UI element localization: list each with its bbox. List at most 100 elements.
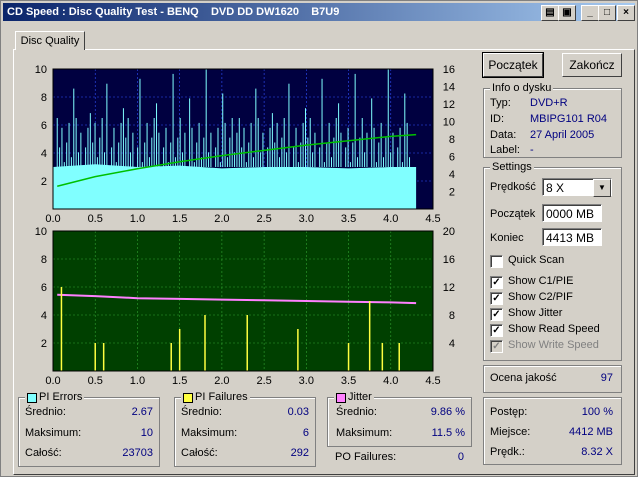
- y-right-tick-label: 2: [449, 187, 455, 199]
- progress-label: Postęp:: [490, 406, 528, 418]
- pif-total-value: 292: [290, 447, 309, 459]
- y-right-tick-label: 10: [443, 117, 455, 129]
- y-left-tick-label: 10: [35, 226, 47, 238]
- show-read-checkbox[interactable]: ✓: [490, 324, 503, 337]
- jitter-avg-value: 9.86 %: [430, 406, 465, 418]
- pi-failures-swatch: [183, 393, 193, 403]
- read-speed-value: 8.32 X: [581, 446, 613, 458]
- save-icon[interactable]: ▣: [558, 5, 576, 21]
- id-value: MBIPG101 R04: [530, 113, 608, 125]
- x-tick-label: 4.0: [383, 375, 398, 387]
- window-title: CD Speed : Disc Quality Test - BENQ DVD …: [7, 6, 340, 18]
- jitter-max-label: Maksimum:: [336, 427, 393, 439]
- settings-title: Settings: [490, 161, 534, 173]
- type-value: DVD+R: [530, 97, 568, 109]
- y-left-tick-label: 2: [41, 338, 47, 350]
- speed-select-value: 8 X: [546, 181, 565, 195]
- x-tick-label: 4.5: [425, 375, 440, 387]
- close-button[interactable]: ×: [617, 5, 635, 21]
- pie-max-value: 10: [140, 427, 153, 439]
- place-value: 4412 MB: [568, 426, 613, 438]
- jitter-avg-label: Średnio:: [336, 406, 377, 418]
- y-left-tick-label: 4: [41, 310, 47, 322]
- id-label: ID:: [490, 113, 505, 125]
- show-jitter-label: Show Jitter: [508, 307, 563, 319]
- y-right-tick-label: 4: [449, 338, 455, 350]
- jitter-swatch: [336, 393, 346, 403]
- minimize-button[interactable]: _: [581, 5, 599, 21]
- show-read-label: Show Read Speed: [508, 323, 600, 335]
- restore-icon[interactable]: ▤: [541, 5, 559, 21]
- x-tick-label: 2.0: [214, 375, 229, 387]
- y-right-tick-label: 16: [443, 64, 455, 76]
- show-jitter-checkbox[interactable]: ✓: [490, 308, 503, 321]
- tab-disc-quality[interactable]: Disc Quality: [15, 31, 85, 50]
- read-speed-label: Prędk.:: [490, 446, 525, 458]
- show-write-label: Show Write Speed: [508, 339, 599, 351]
- y-left-tick-label: 6: [41, 282, 47, 294]
- y-right-tick-label: 14: [443, 82, 455, 94]
- pi-errors-group: PI Errors Średnio: 2.67 Maksimum: 10 Cał…: [18, 391, 160, 467]
- pif-avg-value: 0.03: [287, 406, 309, 418]
- jitter-group: Jitter Średnio: 9.86 % Maksimum: 11.5 %: [327, 391, 472, 447]
- date-label: Data:: [490, 129, 517, 141]
- y-right-tick-label: 20: [443, 226, 455, 238]
- quick-scan-label: Quick Scan: [508, 254, 565, 266]
- po-failures-value: 0: [457, 451, 464, 463]
- start-button[interactable]: Początek: [482, 52, 544, 78]
- x-tick-label: 3.0: [299, 375, 314, 387]
- type-label: Typ:: [490, 97, 511, 109]
- pi-errors-swatch: [27, 393, 37, 403]
- plot-area: [53, 231, 433, 371]
- start-mb-input[interactable]: 0000 MB: [542, 204, 602, 222]
- pie-avg-value: 2.67: [131, 406, 153, 418]
- pi-failures-group: PI Failures Średnio: 0.03 Maksimum: 6 Ca…: [174, 391, 316, 467]
- y-left-tick-label: 8: [41, 92, 47, 104]
- pie-chart: 0.0 0.5 1.0 1.5 2.0 2.5 3.0 3.5 4.0 4.52468102468…: [35, 64, 455, 225]
- y-right-tick-label: 12: [443, 99, 455, 111]
- pie-total-label: Całość:: [25, 447, 62, 459]
- pie-area: [53, 164, 417, 209]
- y-right-tick-label: 12: [443, 282, 455, 294]
- start-mb-label: Początek: [490, 208, 536, 220]
- y-right-tick-label: 6: [449, 152, 455, 164]
- maximize-button[interactable]: □: [598, 5, 616, 21]
- y-left-tick-label: 6: [41, 120, 47, 132]
- disc-info-title: Info o dysku: [490, 82, 554, 94]
- y-left-tick-label: 4: [41, 148, 47, 160]
- end-mb-input[interactable]: 4413 MB: [542, 228, 602, 246]
- x-tick-label: 0.0: [45, 375, 60, 387]
- quick-scan-checkbox[interactable]: [490, 255, 503, 268]
- x-tick-label: 3.5: [341, 375, 356, 387]
- main-window: CD Speed : Disc Quality Test - BENQ DVD …: [0, 0, 638, 477]
- pif-max-value: 6: [302, 427, 309, 439]
- show-c2-label: Show C2/PIF: [508, 291, 573, 303]
- y-left-tick-label: 10: [35, 64, 47, 76]
- place-label: Miejsce:: [490, 426, 531, 438]
- end-mb-label: Koniec: [490, 232, 524, 244]
- title-bar[interactable]: CD Speed : Disc Quality Test - BENQ DVD …: [3, 3, 635, 21]
- pie-avg-label: Średnio:: [25, 406, 66, 418]
- y-right-tick-label: 8: [449, 310, 455, 322]
- po-failures-label: PO Failures:: [335, 451, 397, 463]
- show-c2-checkbox[interactable]: ✓: [490, 292, 503, 305]
- y-left-tick-label: 2: [41, 176, 47, 188]
- speed-select[interactable]: 8 X ▼: [542, 178, 612, 197]
- pif-jitter-chart: 0.0 0.5 1.0 1.5 2.0 2.5 3.0 3.5 4.0 4.5 2 4 6 8 10 4 8 12…: [35, 226, 455, 387]
- progress-box: Postęp: 100 % Miejsce: 4412 MB Prędk.: 8…: [483, 397, 622, 465]
- progress-value: 100 %: [581, 406, 613, 418]
- date-value: 27 April 2005: [530, 129, 595, 141]
- end-button[interactable]: Zakończ: [562, 53, 622, 77]
- pie-total-value: 23703: [122, 447, 153, 459]
- pif-max-label: Maksimum:: [181, 427, 238, 439]
- chevron-down-icon[interactable]: ▼: [593, 179, 611, 197]
- show-c1-checkbox[interactable]: ✓: [490, 276, 503, 289]
- label-value: -: [530, 144, 534, 156]
- settings-group: Settings Prędkość 8 X ▼ Początek 0000 MB…: [483, 161, 622, 361]
- x-tick-label: 2.5: [256, 375, 271, 387]
- show-write-checkbox: ✓: [490, 340, 503, 353]
- x-tick-label: 0.5: [88, 375, 103, 387]
- label-label: Label:: [490, 144, 520, 156]
- pif-total-label: Całość:: [181, 447, 218, 459]
- y-right-tick-label: 8: [449, 134, 455, 146]
